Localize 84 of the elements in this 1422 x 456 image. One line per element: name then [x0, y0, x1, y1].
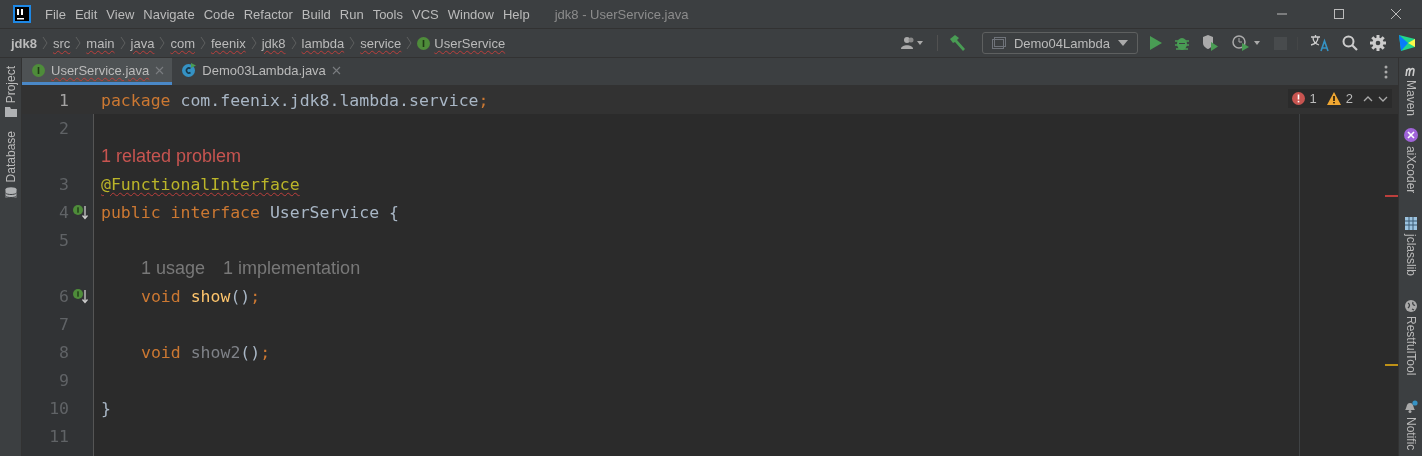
chevron-icon [349, 36, 356, 50]
breadcrumb[interactable]: UserService [417, 35, 506, 51]
inspection-widget[interactable]: 1 2 [1287, 89, 1392, 108]
implemented-arrow-icon[interactable] [73, 204, 89, 220]
translate-icon[interactable] [1310, 34, 1330, 52]
related-problem-hint[interactable]: 1 related problem [101, 145, 242, 167]
menu-item[interactable]: Help [502, 6, 530, 22]
plugin-logo-icon[interactable] [1398, 34, 1416, 52]
clock-play-icon[interactable] [1232, 35, 1262, 51]
chevron-icon [159, 36, 166, 50]
chevron-icon [75, 36, 82, 50]
tool-window-button[interactable]: Maven [1403, 66, 1418, 117]
error-icon [1291, 92, 1305, 105]
window-icon [991, 37, 1006, 49]
menu-item[interactable]: Code [203, 6, 235, 22]
menu-item[interactable]: Window [447, 6, 494, 22]
hammer-icon[interactable] [936, 35, 966, 51]
run-config-dropdown[interactable]: Demo04Lambda [981, 32, 1138, 54]
breadcrumb[interactable]: feenix [210, 35, 246, 51]
database-icon [4, 186, 17, 199]
tool-window-button[interactable]: Project [3, 66, 18, 118]
warning-icon [1326, 92, 1341, 105]
menu-item[interactable]: Run [339, 6, 364, 22]
menu-item[interactable]: View [106, 6, 135, 22]
app-logo-icon[interactable] [13, 5, 31, 23]
editor-tab[interactable]: UserService.java [22, 58, 173, 85]
chevron-icon [119, 36, 126, 50]
tool-window-button[interactable]: Notific [1403, 399, 1418, 451]
menu-item[interactable]: Refactor [243, 6, 293, 22]
code-line: void show(); [141, 286, 261, 306]
menu-item[interactable]: Build [301, 6, 331, 22]
line-number: 1 [59, 90, 69, 110]
breadcrumb[interactable]: java [130, 35, 155, 51]
tool-window-button[interactable]: jclasslib [1403, 217, 1418, 277]
code-line: } [101, 398, 111, 418]
tool-window-button[interactable]: Database [3, 131, 18, 199]
class-icon [182, 63, 197, 77]
bug-icon[interactable] [1174, 35, 1190, 51]
chevron-icon [250, 36, 257, 50]
window-title: jdk8 - UserService.java [554, 6, 689, 22]
play-icon[interactable] [1150, 36, 1162, 50]
code-line: package com.feenix.jdk8.lambda.service; [101, 90, 489, 110]
breadcrumb[interactable]: lambda [301, 35, 345, 51]
chevron-icon [199, 36, 206, 50]
code-line: public interface UserService { [101, 202, 400, 222]
breadcrumb[interactable]: com [170, 35, 195, 51]
user-icon[interactable] [900, 36, 925, 50]
close-icon[interactable] [331, 65, 341, 75]
maximize-icon[interactable] [1333, 8, 1345, 20]
breadcrumb[interactable]: src [53, 35, 71, 51]
settings-icon[interactable] [1370, 35, 1386, 51]
close-icon[interactable] [1390, 8, 1402, 20]
editor-tab[interactable]: Demo03Lambda.java [172, 58, 349, 85]
code-line: @FunctionalInterface [101, 174, 300, 194]
tool-window-button[interactable]: aiXcoder [1403, 128, 1418, 194]
maven-icon [1404, 66, 1417, 76]
menu-item[interactable]: Edit [74, 6, 98, 22]
menu-item[interactable]: Navigate [143, 6, 195, 22]
chevron-icon [406, 36, 413, 50]
code-vision-hint[interactable]: 1 implementation [223, 257, 361, 279]
interface-icon [32, 63, 45, 77]
globe-icon [1404, 300, 1417, 313]
code-line: void show2(); [141, 342, 271, 362]
caret-icon [1118, 40, 1128, 46]
menu-item[interactable]: VCS [412, 6, 439, 22]
menu-item[interactable]: File [45, 6, 66, 22]
menu-item[interactable]: Tools [372, 6, 403, 22]
search-icon[interactable] [1342, 35, 1358, 51]
more-options-icon[interactable] [1384, 64, 1388, 79]
breadcrumb[interactable]: jdk8 [261, 35, 286, 51]
breadcrumb[interactable]: service [360, 35, 402, 51]
code-vision-hint[interactable]: 1 usage [141, 257, 206, 279]
interface-icon [417, 36, 431, 50]
plugin-icon [1403, 128, 1418, 143]
bell-icon [1403, 399, 1418, 413]
breadcrumb[interactable]: jdk8 [11, 35, 37, 51]
chevron-icon [42, 36, 48, 50]
shield-play-icon[interactable] [1202, 35, 1220, 51]
grid-icon [1404, 217, 1417, 231]
folder-icon [4, 107, 17, 118]
breadcrumb[interactable]: main [86, 35, 115, 51]
chevron-icon [290, 36, 297, 50]
implemented-arrow-icon[interactable] [73, 288, 89, 304]
tool-window-button[interactable]: RestfulTool [1403, 300, 1418, 376]
